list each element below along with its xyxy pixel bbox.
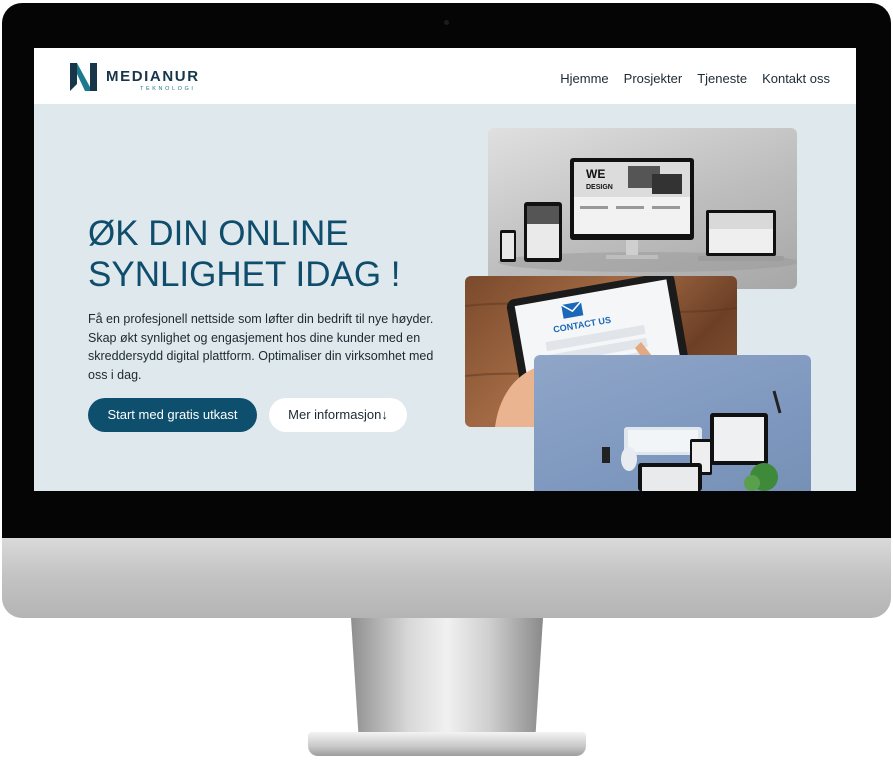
hero-title-line-1: ØK DIN ONLINE bbox=[88, 214, 349, 253]
logo-tagline: TEKNOLOGI bbox=[140, 86, 196, 92]
medianur-logo-icon bbox=[70, 63, 97, 91]
start-free-draft-button[interactable]: Start med gratis utkast bbox=[88, 398, 257, 432]
desk-illustration bbox=[602, 390, 782, 491]
camera-icon bbox=[444, 20, 449, 25]
we-text: WE bbox=[586, 167, 605, 181]
monitor-stand-base bbox=[308, 732, 586, 756]
website-screen: MEDIANUR TEKNOLOGI Hjemme Prosjekter Tjene… bbox=[34, 48, 856, 491]
site-header: MEDIANUR TEKNOLOGI Hjemme Prosjekter Tjene… bbox=[34, 48, 856, 104]
devices-image: WE DESIGN bbox=[488, 128, 797, 289]
logo-name: MEDIANUR bbox=[106, 68, 200, 85]
logo[interactable]: MEDIANUR TEKNOLOGI bbox=[68, 60, 208, 94]
hero-title-line-2: SYNLIGHET IDAG ! bbox=[88, 255, 401, 294]
nav-item-kontakt-oss[interactable]: Kontakt oss bbox=[762, 71, 830, 86]
nav-item-prosjekter[interactable]: Prosjekter bbox=[624, 71, 683, 86]
monitor-stand bbox=[351, 618, 543, 738]
devices-illustration: WE DESIGN bbox=[498, 158, 797, 272]
design-text: DESIGN bbox=[586, 184, 613, 191]
hero-title: ØK DIN ONLINE SYNLIGHET IDAG ! bbox=[88, 213, 401, 295]
nav-item-hjemme[interactable]: Hjemme bbox=[560, 71, 608, 86]
monitor-chin bbox=[2, 538, 891, 618]
nav-item-tjeneste[interactable]: Tjeneste bbox=[697, 71, 747, 86]
main-nav: Hjemme Prosjekter Tjeneste Kontakt oss bbox=[545, 68, 830, 87]
desk-flatlay-image bbox=[534, 355, 811, 491]
hero-description: Få en profesjonell nettside som løfter d… bbox=[88, 312, 434, 382]
more-info-button[interactable]: Mer informasjon↓ bbox=[269, 398, 407, 432]
